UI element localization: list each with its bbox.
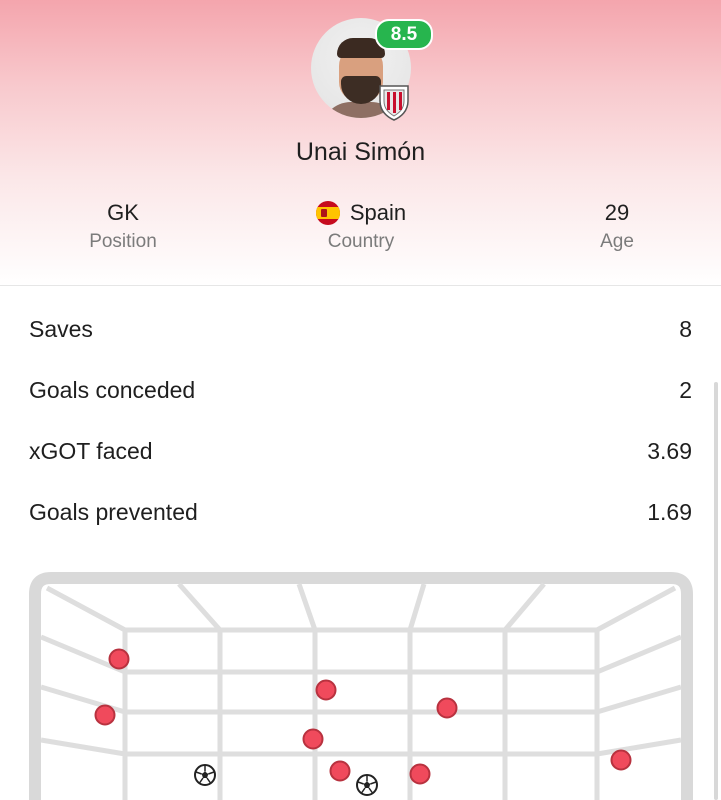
- save-marker[interactable]: [302, 728, 324, 750]
- save-marker[interactable]: [315, 679, 337, 701]
- stat-row-saves: Saves 8: [29, 309, 692, 349]
- football-icon[interactable]: [356, 774, 378, 796]
- rating-badge: 8.5: [375, 19, 433, 50]
- club-badge-icon: [379, 85, 409, 121]
- info-position: GK Position: [23, 198, 223, 253]
- spain-flag-icon: [315, 201, 340, 225]
- goal-map: [29, 572, 693, 800]
- position-label: Position: [89, 231, 157, 252]
- stat-label: Goals prevented: [29, 498, 198, 525]
- player-header: 8.5 Unai Simón GK Position Spain Country…: [0, 0, 721, 286]
- info-country: Spain Country: [261, 198, 461, 253]
- stat-value: 1.69: [647, 498, 692, 525]
- save-marker[interactable]: [108, 648, 130, 670]
- avatar-beard: [341, 76, 381, 104]
- scrollbar[interactable]: [714, 382, 718, 800]
- stat-row-xgot-faced: xGOT faced 3.69: [29, 431, 692, 471]
- save-marker[interactable]: [409, 763, 431, 785]
- football-icon[interactable]: [194, 764, 216, 786]
- stat-label: Saves: [29, 315, 93, 342]
- stat-label: Goals conceded: [29, 376, 196, 403]
- stat-value: 3.69: [647, 437, 692, 464]
- country-label: Country: [327, 231, 395, 252]
- save-marker[interactable]: [436, 697, 458, 719]
- country-value: Spain: [261, 198, 461, 228]
- age-value-text: 29: [604, 200, 630, 225]
- stat-value: 2: [679, 376, 692, 403]
- stat-row-goals-prevented: Goals prevented 1.69: [29, 492, 692, 532]
- age-value: 29: [517, 198, 717, 228]
- position-value-text: GK: [107, 200, 139, 225]
- stat-value: 8: [679, 315, 692, 342]
- save-marker[interactable]: [610, 749, 632, 771]
- age-label: Age: [600, 231, 634, 252]
- stat-row-goals-conceded: Goals conceded 2: [29, 370, 692, 410]
- save-marker[interactable]: [329, 760, 351, 782]
- position-value: GK: [23, 198, 223, 228]
- stat-label: xGOT faced: [29, 437, 153, 464]
- player-name: Unai Simón: [295, 138, 426, 166]
- goal-net: [29, 572, 693, 800]
- save-marker[interactable]: [94, 704, 116, 726]
- country-value-text: Spain: [349, 200, 407, 225]
- info-age: 29 Age: [517, 198, 717, 253]
- header-divider: [0, 285, 721, 286]
